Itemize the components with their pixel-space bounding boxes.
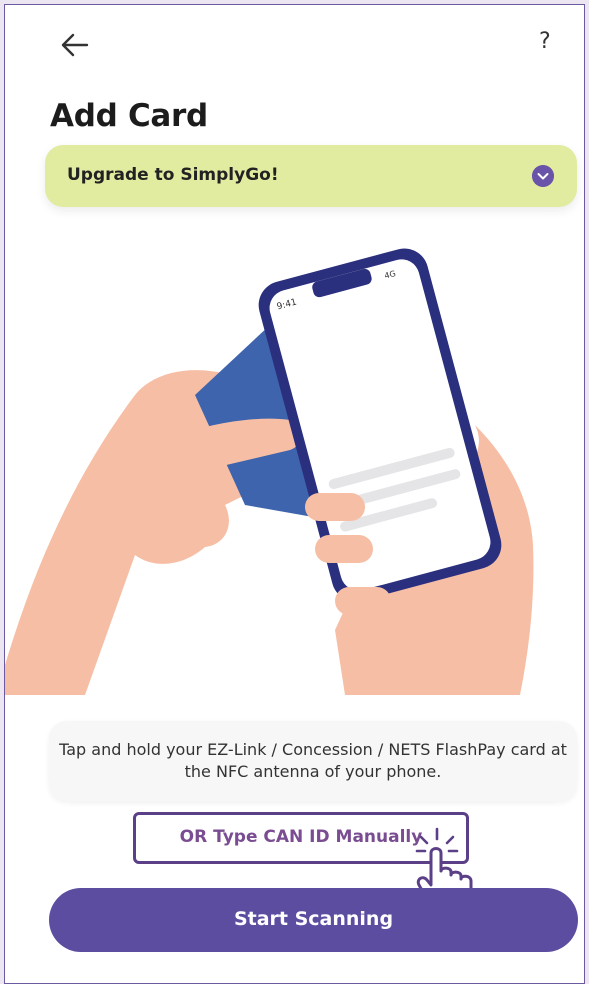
add-card-screen: ? Add Card Upgrade to SimplyGo! 9:41 4G <box>4 4 585 984</box>
chevron-down-icon[interactable] <box>532 165 554 187</box>
start-scanning-label: Start Scanning <box>233 908 394 930</box>
nfc-tap-illustration: 9:41 4G <box>5 248 534 695</box>
upgrade-banner[interactable]: Upgrade to SimplyGo! <box>45 145 577 207</box>
finger-3 <box>335 587 391 615</box>
arrow-left-icon[interactable] <box>57 27 93 63</box>
instruction-box: Tap and hold your EZ-Link / Concession /… <box>49 721 577 801</box>
page-title: Add Card <box>50 98 208 134</box>
finger-1 <box>305 493 365 521</box>
help-icon[interactable]: ? <box>539 29 551 54</box>
start-scanning-button[interactable]: Start Scanning <box>49 888 578 952</box>
upgrade-banner-label: Upgrade to SimplyGo! <box>67 165 279 185</box>
instruction-text: Tap and hold your EZ-Link / Concession /… <box>59 740 567 781</box>
finger-2 <box>315 535 373 563</box>
